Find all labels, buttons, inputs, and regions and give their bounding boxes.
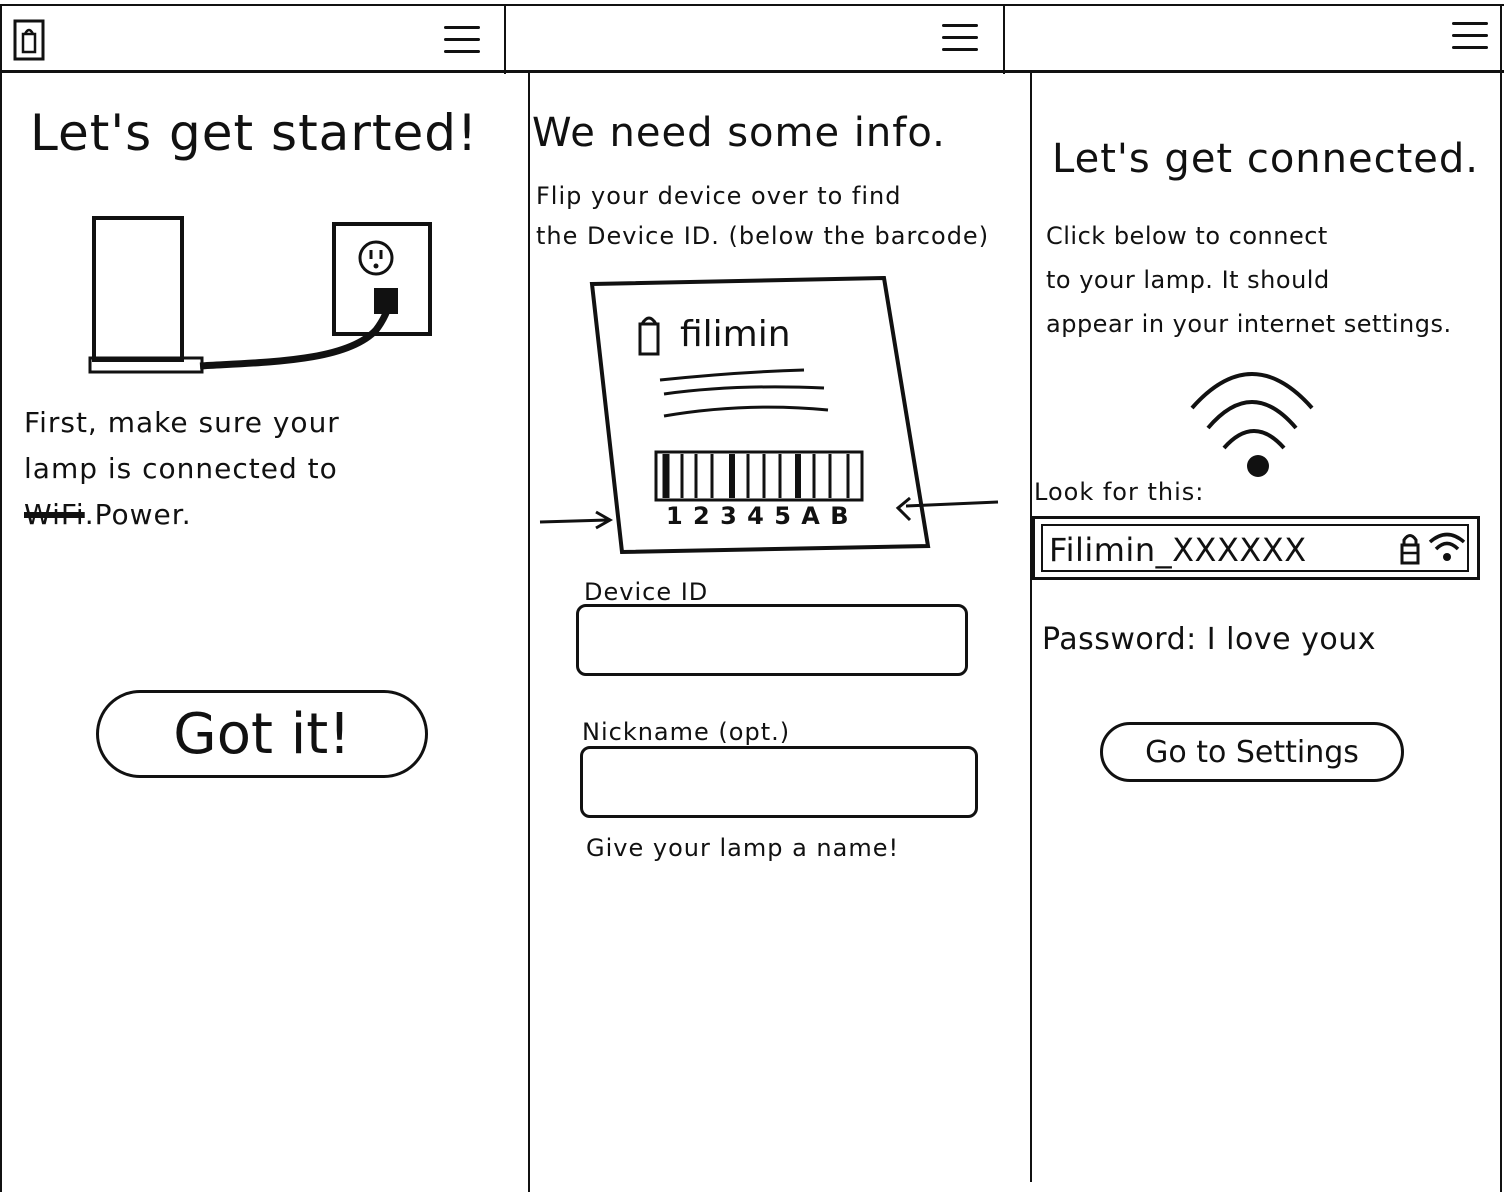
network-list-item[interactable]: Filimin_XXXXXX	[1032, 516, 1480, 580]
nickname-helper-text: Give your lamp a name!	[586, 834, 900, 862]
nickname-input[interactable]	[580, 746, 978, 818]
power-word: .Power.	[84, 498, 192, 531]
find-id-instruction: Flip your device over to find the Device…	[536, 176, 989, 256]
instruction-line-2: the Device ID. (below the barcode)	[536, 222, 990, 250]
instruction-line-1: First, make sure your	[24, 406, 340, 439]
lock-icon	[1400, 534, 1420, 565]
page-title: Let's get connected.	[1052, 136, 1479, 182]
wireframe-sheet: Let's get started! First, make sure your…	[0, 0, 1504, 1192]
lamp-logo-icon[interactable]	[12, 18, 46, 62]
screen-divider-1	[504, 4, 506, 74]
device-id-input[interactable]	[576, 604, 968, 676]
hamburger-menu-icon[interactable]	[1450, 18, 1490, 52]
screen-divider-2-lower	[1030, 72, 1032, 1182]
lamp-plug-illustration	[88, 216, 432, 374]
instruction-line-3: WiFi.Power.	[24, 492, 464, 538]
nickname-label: Nickname (opt.)	[582, 718, 791, 746]
instruction-line-1: Flip your device over to find	[536, 182, 902, 210]
page-title: We need some info.	[532, 110, 946, 156]
instruction-line-2: lamp is connected to	[24, 452, 338, 485]
hamburger-menu-icon[interactable]	[442, 22, 482, 56]
page-title: Let's get started!	[30, 104, 479, 162]
frame-right-border	[1500, 4, 1502, 1192]
instruction-line-3: appear in your internet settings.	[1046, 310, 1452, 338]
wifi-signal-icon	[1428, 532, 1466, 561]
go-to-settings-button[interactable]: Go to Settings	[1100, 722, 1404, 782]
header-bottom-line	[0, 70, 1504, 73]
frame-top-border	[0, 4, 1504, 6]
instruction-line-1: Click below to connect	[1046, 222, 1328, 250]
look-for-label: Look for this:	[1034, 478, 1205, 506]
wifi-icon	[1190, 372, 1314, 477]
instruction-line-2: to your lamp. It should	[1046, 266, 1330, 294]
device-id-label: Device ID	[584, 578, 709, 606]
password-text: Password: I love youx	[1042, 622, 1376, 657]
network-name: Filimin_XXXXXX	[1049, 531, 1307, 569]
frame-left-border	[0, 4, 2, 1192]
connect-instruction: Click below to connect to your lamp. It …	[1046, 214, 1452, 346]
go-to-settings-label: Go to Settings	[1145, 734, 1359, 770]
got-it-label: Got it!	[173, 701, 351, 767]
got-it-button[interactable]: Got it!	[96, 690, 428, 778]
screen-divider-2	[1003, 4, 1005, 74]
hamburger-menu-icon[interactable]	[940, 20, 980, 54]
power-instruction: First, make sure your lamp is connected …	[24, 400, 464, 538]
struck-word: WiFi	[24, 498, 85, 531]
barcode-digits: 1 2 3 4 5 A B	[666, 502, 850, 530]
label-brand-name: filimin	[680, 314, 791, 355]
screen-divider-1-lower	[528, 72, 530, 1192]
